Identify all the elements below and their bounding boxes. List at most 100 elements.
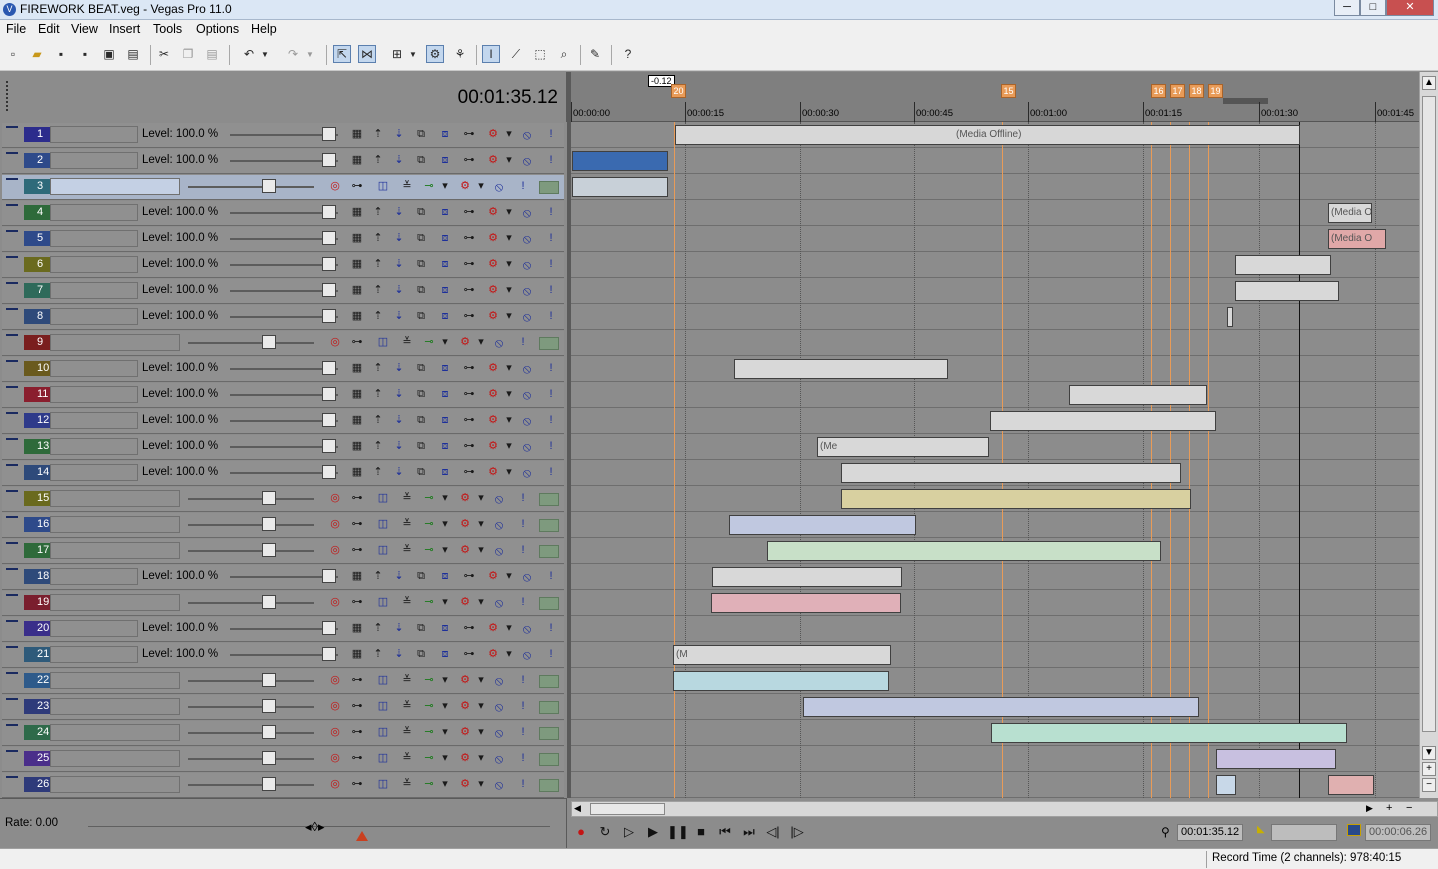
mute-icon[interactable]: ⦸ [520,361,534,376]
effects-dropdown-icon[interactable]: ▾ [474,673,488,688]
make-compositing-child-icon[interactable]: ⧈ [438,309,452,324]
track-fx-icon[interactable]: ⊶ [350,777,364,792]
track-header-11[interactable]: 11 Level: 100.0 % ▦ ⇡ ⇣ ⧉ ⧈ ⊶ ⚙ ▾ ⦸! [2,383,564,408]
zoom-out-icon[interactable]: − [1422,778,1436,792]
track-lane[interactable] [571,434,1419,460]
effects-dropdown-icon[interactable]: ▾ [474,517,488,532]
track-fx-icon[interactable]: ⊶ [350,543,364,558]
effects-icon[interactable]: ⚙ [458,517,472,532]
paste-icon[interactable]: ▤ [203,45,221,63]
input-bus-icon[interactable]: ≚ [400,335,414,350]
timeline-event[interactable] [1235,281,1339,301]
mute-icon[interactable]: ⦸ [520,569,534,584]
mute-icon[interactable]: ⦸ [520,465,534,480]
effects-dropdown-icon[interactable]: ▾ [474,777,488,792]
maximize-button[interactable]: □ [1360,0,1386,16]
track-lane[interactable] [571,356,1419,382]
track-motion-icon[interactable]: ▦ [350,621,364,636]
solo-icon[interactable]: ! [544,621,558,636]
make-compositing-child-icon[interactable]: ⧈ [438,257,452,272]
compositing-mode-icon[interactable]: ⧉ [414,361,428,376]
automation-icon[interactable]: ◫ [376,517,390,532]
track-name-field[interactable] [50,672,180,689]
level-slider-thumb[interactable] [322,205,336,219]
input-bus-icon[interactable]: ≚ [400,595,414,610]
timeline-event[interactable] [991,723,1347,743]
track-name-field[interactable] [50,412,138,429]
minimize-track-icon[interactable] [6,438,18,443]
mute-icon[interactable]: ⦸ [492,673,506,688]
make-compositing-child-icon[interactable]: ⧈ [438,153,452,168]
track-name-field[interactable] [50,360,138,377]
arm-record-icon[interactable]: ◎ [328,543,342,558]
bypass-motion-blur-icon[interactable]: ⚙ [486,621,500,636]
child-composite-icon[interactable]: ⇣ [392,647,406,662]
minimize-track-icon[interactable] [6,724,18,729]
fx-dropdown-icon[interactable]: ▾ [502,257,516,272]
track-fx-icon[interactable]: ⊶ [350,595,364,610]
automation-icon[interactable]: ◫ [376,179,390,194]
track-motion-icon[interactable]: ▦ [350,387,364,402]
pause-button[interactable]: ❚❚ [667,823,689,841]
new-project-icon[interactable]: ▫ [4,45,22,63]
minimize-track-icon[interactable] [6,750,18,755]
arm-record-icon[interactable]: ◎ [328,179,342,194]
timeline-marker[interactable]: 17 [1170,84,1185,98]
fx-dropdown-icon[interactable]: ▾ [502,205,516,220]
track-header-20[interactable]: 20 Level: 100.0 % ▦ ⇡ ⇣ ⧉ ⧈ ⊶ ⚙ ▾ ⦸! [2,617,564,642]
compositing-mode-icon[interactable]: ⧉ [414,283,428,298]
arm-record-icon[interactable]: ◎ [328,699,342,714]
h-zoom-out-icon[interactable]: − [1406,802,1412,814]
bypass-motion-blur-icon[interactable]: ⚙ [486,231,500,246]
timeline-event[interactable] [1069,385,1207,405]
track-header-25[interactable]: 25 ◎ ⊶ ◫ ≚ ⊸ ▾ ⚙ ▾ ⦸! [2,747,564,772]
make-compositing-child-icon[interactable]: ⧈ [438,231,452,246]
selection-end-field[interactable]: 00:00:06.26 [1365,824,1431,841]
effects-dropdown-icon[interactable]: ▾ [474,751,488,766]
rate-slider-handle-icon[interactable]: ◂◊▸ [305,819,324,835]
timeline-event[interactable] [1328,775,1374,795]
timeline-event[interactable]: (Media O [1328,203,1372,223]
track-motion-icon[interactable]: ▦ [350,205,364,220]
volume-slider-thumb[interactable] [262,751,276,765]
solo-icon[interactable]: ! [516,725,530,740]
pan-icon[interactable]: ⊸ [422,751,436,766]
minimize-track-icon[interactable] [6,152,18,157]
level-slider-thumb[interactable] [322,569,336,583]
volume-slider-thumb[interactable] [262,725,276,739]
mute-icon[interactable]: ⦸ [520,257,534,272]
bypass-motion-blur-icon[interactable]: ⚙ [486,361,500,376]
arm-record-icon[interactable]: ◎ [328,751,342,766]
child-composite-icon[interactable]: ⇣ [392,309,406,324]
minimize-track-icon[interactable] [6,308,18,313]
effects-icon[interactable]: ⚙ [458,699,472,714]
pan-dropdown-icon[interactable]: ▾ [438,517,452,532]
timeline-event[interactable] [734,359,948,379]
playhead-cursor[interactable] [1299,122,1300,798]
plugin-icon[interactable]: ✎ [586,45,604,63]
pan-dropdown-icon[interactable]: ▾ [438,179,452,194]
automation-icon[interactable]: ◫ [376,725,390,740]
timeline-marker[interactable]: 19 [1208,84,1223,98]
child-composite-icon[interactable]: ⇣ [392,361,406,376]
track-motion-icon[interactable]: ▦ [350,127,364,142]
track-name-field[interactable] [50,256,138,273]
track-name-field[interactable] [50,126,138,143]
track-fx-icon[interactable]: ⊶ [350,491,364,506]
input-bus-icon[interactable]: ≚ [400,543,414,558]
track-fx-icon[interactable]: ⊶ [350,673,364,688]
pan-icon[interactable]: ⊸ [422,517,436,532]
mute-icon[interactable]: ⦸ [520,231,534,246]
make-compositing-child-icon[interactable]: ⧈ [438,621,452,636]
pan-icon[interactable]: ⊸ [422,595,436,610]
track-name-field[interactable] [50,308,138,325]
volume-slider-track[interactable] [188,498,314,500]
timeline-event[interactable] [803,697,1199,717]
track-name-field[interactable] [50,152,138,169]
horizontal-scrollbar[interactable]: ◀ ▶ + − [571,801,1438,817]
auto-crossfades-icon[interactable]: ⋈ [358,45,376,63]
mute-icon[interactable]: ⦸ [492,335,506,350]
timeline-event[interactable] [841,463,1181,483]
effects-icon[interactable]: ⚙ [458,491,472,506]
solo-icon[interactable]: ! [544,153,558,168]
